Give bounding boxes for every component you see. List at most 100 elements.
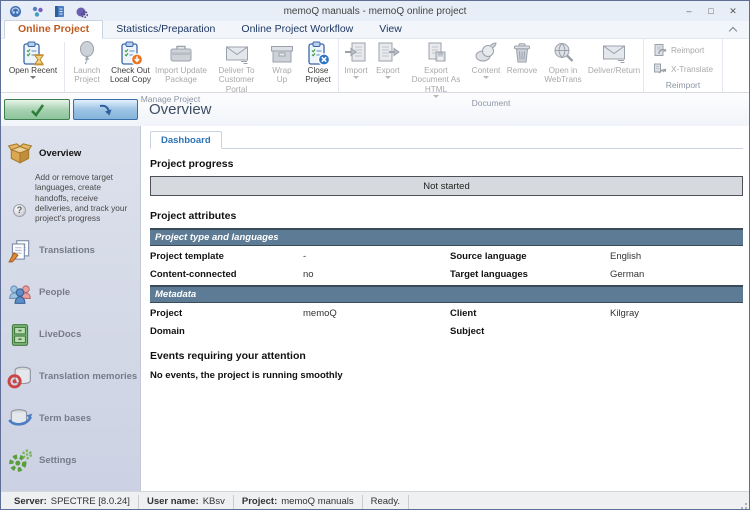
documents-icon [7, 238, 33, 264]
attr-label: Subject [450, 326, 610, 337]
main-body: Overview ? Add or remove target language… [1, 126, 749, 491]
status-server: Server: SPECTRE [8.0.24] [6, 495, 139, 509]
switch-arrow-button[interactable] [73, 99, 139, 120]
ribbon: Open Recent Launch Project Check Out Loc… [1, 39, 749, 93]
ribbon-group-manage-project: Open Recent Launch Project Check Out Loc… [3, 39, 339, 92]
tab-online-project-workflow[interactable]: Online Project Workflow [228, 21, 366, 38]
curved-arrow-icon [97, 103, 113, 117]
status-value: SPECTRE [8.0.24] [51, 496, 130, 507]
sidebar-item-overview[interactable]: Overview [1, 136, 140, 170]
export-document-as-html-button[interactable]: Export Document As HTML [404, 40, 468, 98]
ribbon-button-label: Reimport [671, 46, 704, 55]
resize-grip[interactable] [737, 499, 747, 509]
project-progress-heading: Project progress [150, 158, 743, 170]
people-icon [7, 280, 33, 306]
title-bar: memoQ manuals - memoQ online project – □… [1, 1, 749, 21]
open-in-webtrans-button[interactable]: Open in WebTrans [540, 40, 586, 98]
wrap-up-button[interactable]: Wrap Up [265, 40, 299, 94]
attr-value: Kilgray [610, 308, 743, 319]
sidebar-item-people[interactable]: People [1, 276, 140, 310]
attr-value: memoQ [303, 308, 450, 319]
import-button[interactable]: Import [340, 40, 372, 98]
tab-dashboard[interactable]: Dashboard [150, 131, 222, 149]
minimize-button[interactable]: – [679, 2, 699, 20]
trash-icon [509, 41, 535, 65]
attr-label: Project template [150, 251, 303, 262]
attr-row: Content-connected no Target languages Ge… [150, 265, 743, 284]
tab-view[interactable]: View [366, 21, 415, 38]
ribbon-button-label: Close Project [300, 66, 336, 85]
dashboard-content: Dashboard Project progress Not started P… [141, 126, 749, 491]
check-icon [29, 103, 45, 117]
attr-label: Domain [150, 326, 303, 337]
project-list-icon[interactable] [53, 5, 66, 18]
package-icon [168, 41, 194, 65]
reimport-icon [653, 43, 667, 59]
sidebar-overview-description: ? Add or remove target languages, create… [1, 170, 140, 232]
attr-value: English [610, 251, 743, 262]
sidebar-item-label: People [39, 287, 70, 298]
dropdown-caret-icon [353, 76, 359, 79]
ribbon-group-label: Reimport [644, 80, 722, 92]
attr-value: no [303, 269, 450, 280]
ribbon-button-label: Open Recent [9, 66, 57, 75]
sidebar-item-livedocs[interactable]: LiveDocs [1, 318, 140, 352]
ribbon-button-label: Deliver/Return [588, 66, 640, 75]
webtrans-globe-icon [550, 41, 576, 65]
status-value: KBsv [203, 496, 225, 507]
options-dots-icon[interactable] [31, 5, 44, 18]
attr-value [610, 326, 743, 337]
tab-online-project[interactable]: Online Project [4, 20, 103, 39]
reimport-button[interactable]: Reimport [649, 43, 717, 59]
sidebar-item-settings[interactable]: Settings [1, 444, 140, 478]
launch-project-button[interactable]: Launch Project [67, 40, 107, 94]
collapse-ribbon-icon[interactable] [729, 25, 737, 33]
memoq-logo-icon[interactable] [9, 5, 22, 18]
sidebar-item-translation-memories[interactable]: Translation memories [1, 360, 140, 394]
export-button[interactable]: Export [372, 40, 404, 98]
ribbon-tab-row: Online Project Statistics/Preparation On… [1, 21, 749, 39]
attr-row: Project template - Source language Engli… [150, 246, 743, 265]
database-swoosh-icon [7, 406, 33, 432]
dropdown-caret-icon [30, 76, 36, 79]
help-icon: ? [13, 204, 26, 217]
sidebar-item-translations[interactable]: Translations [1, 234, 140, 268]
close-project-button[interactable]: Close Project [299, 40, 337, 94]
attr-value [303, 326, 450, 337]
section-header-metadata: Metadata [150, 285, 743, 303]
x-translate-button[interactable]: X-Translate [649, 62, 717, 78]
content-button[interactable]: Content [468, 40, 504, 98]
status-username: User name: KBsv [139, 495, 234, 509]
gear-icon [7, 448, 33, 474]
import-update-package-button[interactable]: Import Update Package [154, 40, 208, 94]
status-project: Project: memoQ manuals [234, 495, 363, 509]
database-ring-icon [7, 364, 33, 390]
resources-gear-icon[interactable] [75, 5, 88, 18]
confirm-check-button[interactable] [4, 99, 70, 120]
status-ready: Ready. [363, 495, 409, 509]
deliver-return-button[interactable]: Deliver/Return [586, 40, 642, 98]
sidebar-item-term-bases[interactable]: Term bases [1, 402, 140, 436]
open-recent-button[interactable]: Open Recent [4, 40, 62, 94]
open-box-icon [7, 140, 33, 166]
close-button[interactable]: ✕ [723, 2, 743, 20]
remove-button[interactable]: Remove [504, 40, 540, 98]
section-header-project-type: Project type and languages [150, 228, 743, 246]
ribbon-button-label: Open in WebTrans [541, 66, 585, 85]
envelope-deliver-icon [601, 41, 627, 65]
attr-row: Project memoQ Client Kilgray [150, 303, 743, 322]
tab-statistics-preparation[interactable]: Statistics/Preparation [103, 21, 228, 38]
cabinet-icon [7, 322, 33, 348]
dropdown-caret-icon [385, 76, 391, 79]
status-bar: Server: SPECTRE [8.0.24] User name: KBsv… [1, 491, 749, 510]
doc-export-icon [375, 41, 401, 65]
maximize-button[interactable]: □ [701, 2, 721, 20]
attr-label: Content-connected [150, 269, 303, 280]
ribbon-button-label: Import [344, 66, 367, 75]
status-label: User name: [147, 496, 199, 507]
check-out-local-copy-button[interactable]: Check Out Local Copy [107, 40, 154, 94]
deliver-to-customer-portal-button[interactable]: Deliver To Customer Portal [208, 40, 265, 94]
ribbon-button-label: Content [472, 66, 501, 75]
x-translate-icon [653, 62, 667, 78]
project-attributes-heading: Project attributes [150, 210, 743, 222]
